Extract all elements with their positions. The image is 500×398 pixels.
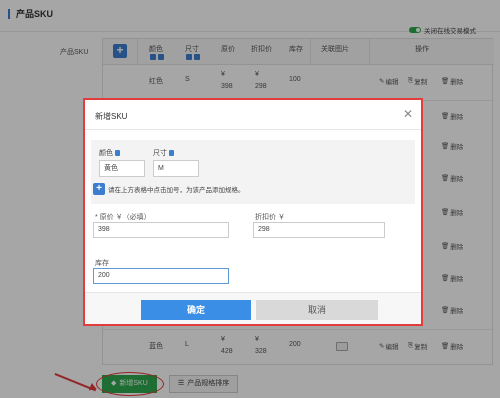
- hint-text: 请在上方表格中点击加号，为该产品添加规格。: [108, 187, 245, 194]
- close-icon[interactable]: ✕: [403, 107, 413, 121]
- spec-color-label: 颜色: [99, 148, 120, 158]
- price-input[interactable]: 398: [93, 222, 229, 238]
- spec-size-text: 尺寸: [153, 150, 167, 157]
- price-label: * 原价 ￥（必填）: [95, 214, 151, 221]
- trash-icon[interactable]: [115, 150, 120, 156]
- cancel-button[interactable]: 取消: [256, 300, 378, 320]
- plus-icon[interactable]: +: [93, 183, 105, 195]
- trash-icon[interactable]: [169, 150, 174, 156]
- confirm-button[interactable]: 确定: [141, 300, 251, 320]
- dialog-footer: 确定 取消: [85, 292, 421, 324]
- stock-input[interactable]: 200: [93, 268, 229, 284]
- new-sku-dialog: 新增SKU ✕ 颜色 黄色 尺寸 M + 请在上方表格中点击加号，为该产品添加规…: [85, 100, 421, 324]
- spec-size-input[interactable]: M: [153, 160, 199, 177]
- spec-color-text: 颜色: [99, 150, 113, 157]
- discount-label: 折扣价 ￥: [255, 214, 285, 221]
- spec-hint: + 请在上方表格中点击加号，为该产品添加规格。: [93, 183, 245, 195]
- discount-input[interactable]: 298: [253, 222, 385, 238]
- dialog-title: 新增SKU: [95, 112, 128, 121]
- dialog-header: 新增SKU ✕: [85, 100, 421, 130]
- stock-label: 库存: [95, 260, 109, 267]
- spec-size-label: 尺寸: [153, 148, 174, 158]
- spec-color-input[interactable]: 黄色: [99, 160, 145, 177]
